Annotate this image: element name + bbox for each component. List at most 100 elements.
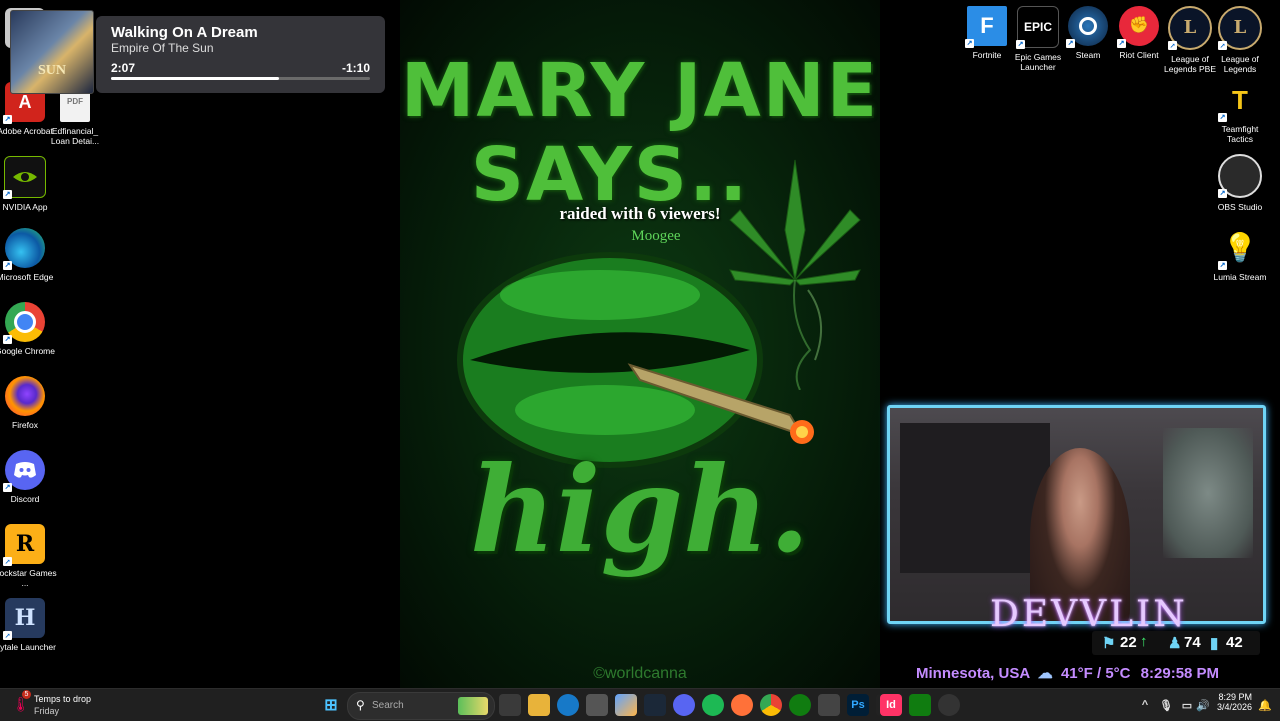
desktop-icon-label: Microsoft Edge xyxy=(0,272,54,282)
chrome-icon: ↗ xyxy=(3,302,45,344)
desktop-icon-hytale[interactable]: H ↗ Hytale Launcher xyxy=(0,598,57,652)
track-remaining: -1:10 xyxy=(341,61,370,75)
clock-time: 8:29 PM xyxy=(1218,692,1252,702)
raid-alert-raider: Moogee xyxy=(631,228,681,244)
photoshop-icon[interactable]: Ps xyxy=(847,694,869,716)
weather-widget[interactable]: 🌡 5 Temps to drop Friday xyxy=(10,690,110,718)
taskbar: 🌡 5 Temps to drop Friday ⊞ ⚲ Search Ps I… xyxy=(0,688,1280,721)
clock-date: 3/4/2026 xyxy=(1216,702,1252,712)
search-highlight-icon xyxy=(458,697,488,715)
task-view-icon[interactable] xyxy=(499,694,521,716)
lol-pbe-icon: L ↗ xyxy=(1168,6,1212,50)
desktop-icon-label: Google Chrome xyxy=(0,346,55,356)
desktop-icon-chrome[interactable]: ↗ Google Chrome xyxy=(0,302,57,356)
search-placeholder: Search xyxy=(372,700,404,711)
epic-glyph: EPIC xyxy=(1023,20,1052,34)
spotify-icon[interactable] xyxy=(702,694,724,716)
location-text: Minnesota, USA xyxy=(916,665,1030,682)
subs-icon: ♟ xyxy=(1168,635,1182,652)
rockstar-icon: R ↗ xyxy=(3,524,45,566)
arrow-up-icon: ↑ xyxy=(1140,633,1148,650)
start-button[interactable]: ⊞ xyxy=(320,694,342,716)
lol-glyph: L xyxy=(1233,17,1247,38)
raid-alert-message: raided with 6 viewers! xyxy=(559,204,721,223)
epic-games-icon: EPIC ↗ xyxy=(1016,6,1059,49)
media-now-playing: Walking On A Dream Empire Of The Sun 2:0… xyxy=(96,16,385,93)
location-weather-bar: Minnesota, USA ☁ 41°F / 5°C 8:29:58 PM xyxy=(916,664,1236,686)
firefox-icon xyxy=(5,376,45,416)
desktop-icon-label: NVIDIA App xyxy=(2,202,48,212)
followers-count: 22 xyxy=(1120,634,1137,651)
desktop-icon-lumia[interactable]: 💡 ↗ Lumia Stream xyxy=(1208,228,1272,283)
desktop-icon-label: Firefox xyxy=(12,420,38,430)
viewers-count: 42 xyxy=(1226,634,1243,651)
stream-stats-bar: ⚑ 22 ↑ ♟ 74 ▮ 42 xyxy=(1092,631,1260,655)
desktop-icon-label: Teamfight Tactics xyxy=(1221,124,1259,144)
desktop-icon-edge[interactable]: ↗ Microsoft Edge xyxy=(0,228,57,282)
album-art-text: SUN xyxy=(37,63,66,78)
volume-icon[interactable]: 🔊 xyxy=(1192,694,1214,716)
desktop-icon-lol[interactable]: L ↗ League of Legends xyxy=(1208,6,1272,74)
pdf-badge: PDF xyxy=(67,97,83,106)
snipping-tool-icon[interactable] xyxy=(818,694,840,716)
track-artist: Empire Of The Sun xyxy=(111,41,214,55)
tft-glyph: T xyxy=(1232,85,1248,115)
riot-icon: ✊ ↗ xyxy=(1117,6,1159,48)
discord-icon: ↗ xyxy=(3,450,45,492)
chrome-taskbar-icon[interactable] xyxy=(760,694,782,716)
album-art: SUN xyxy=(10,10,94,94)
firefox-taskbar-icon[interactable] xyxy=(731,694,753,716)
indesign-icon[interactable]: Id xyxy=(880,694,902,716)
hytale-icon: H ↗ xyxy=(3,598,45,640)
weather-badge: 5 xyxy=(22,690,31,699)
desktop-icon-tft[interactable]: T ↗ Teamfight Tactics xyxy=(1208,80,1272,144)
desktop-icon-nvidia[interactable]: ↗ NVIDIA App xyxy=(0,156,57,212)
xbox-game-bar-icon[interactable] xyxy=(909,694,931,716)
track-title: Walking On A Dream xyxy=(111,24,258,41)
copilot-icon[interactable] xyxy=(615,694,637,716)
followers-icon: ⚑ xyxy=(1102,635,1116,652)
poster-title-line1: MARY JANE xyxy=(400,48,880,134)
lol-icon: L ↗ xyxy=(1218,6,1262,50)
streamer-name: DEVVLIN xyxy=(990,594,1188,635)
poster-title-line3: high. xyxy=(470,440,810,579)
steam-taskbar-icon[interactable] xyxy=(644,694,666,716)
desktop-icon-label: Hytale Launcher xyxy=(0,642,56,652)
notification-bell-icon[interactable]: 🔔 xyxy=(1254,694,1276,716)
discord-taskbar-icon[interactable] xyxy=(673,694,695,716)
desktop-icon-obs[interactable]: ↗ OBS Studio xyxy=(1208,154,1272,212)
xbox-icon[interactable] xyxy=(789,694,811,716)
file-explorer-icon[interactable] xyxy=(528,694,550,716)
desktop-icon-label: Edfinancial_ Loan Detai... xyxy=(50,126,100,146)
microphone-icon[interactable]: 🎙 xyxy=(1155,694,1177,716)
track-progress-bar xyxy=(111,77,370,80)
desktop-icon-label: Lumia Stream xyxy=(1213,272,1267,282)
track-elapsed: 2:07 xyxy=(111,61,136,75)
steam-icon: ↗ xyxy=(1066,6,1108,48)
fortnite-glyph: F xyxy=(980,13,994,38)
desktop-icon-rockstar[interactable]: R↗ Rockstar Games ... xyxy=(0,524,57,588)
taskbar-clock[interactable]: 8:29 PM 3/4/2026 xyxy=(1212,692,1252,712)
webcam-shelf xyxy=(900,423,1050,573)
weather-text: 41°F / 5°C xyxy=(1060,665,1131,682)
desktop-icon-label: League of Legends xyxy=(1221,54,1259,74)
search-icon: ⚲ xyxy=(356,698,365,712)
wallpaper-poster: MARY JANE SAYS.. high. ©worldcanna xyxy=(400,0,880,688)
store-icon[interactable] xyxy=(586,694,608,716)
webcam-plant xyxy=(1163,428,1253,558)
weather-subline: Friday xyxy=(34,706,60,716)
track-progress-fill xyxy=(111,77,280,80)
tft-icon: T ↗ xyxy=(1218,80,1260,122)
obs-taskbar-icon[interactable] xyxy=(938,694,960,716)
desktop-icon-discord[interactable]: ↗ Discord xyxy=(0,450,57,504)
edge-taskbar-icon[interactable] xyxy=(557,694,579,716)
poster-credit: ©worldcanna xyxy=(593,665,687,682)
edge-icon: ↗ xyxy=(3,228,45,270)
webcam-overlay xyxy=(887,405,1266,624)
desktop-icon-firefox[interactable]: Firefox xyxy=(0,376,57,430)
nvidia-icon: ↗ xyxy=(3,156,46,199)
tray-chevron-up-icon[interactable]: ^ xyxy=(1134,694,1156,716)
taskbar-search-box[interactable]: ⚲ Search xyxy=(347,692,495,720)
subs-count: 74 xyxy=(1184,634,1201,651)
desktop-icon-label: Rockstar Games ... xyxy=(0,568,57,588)
